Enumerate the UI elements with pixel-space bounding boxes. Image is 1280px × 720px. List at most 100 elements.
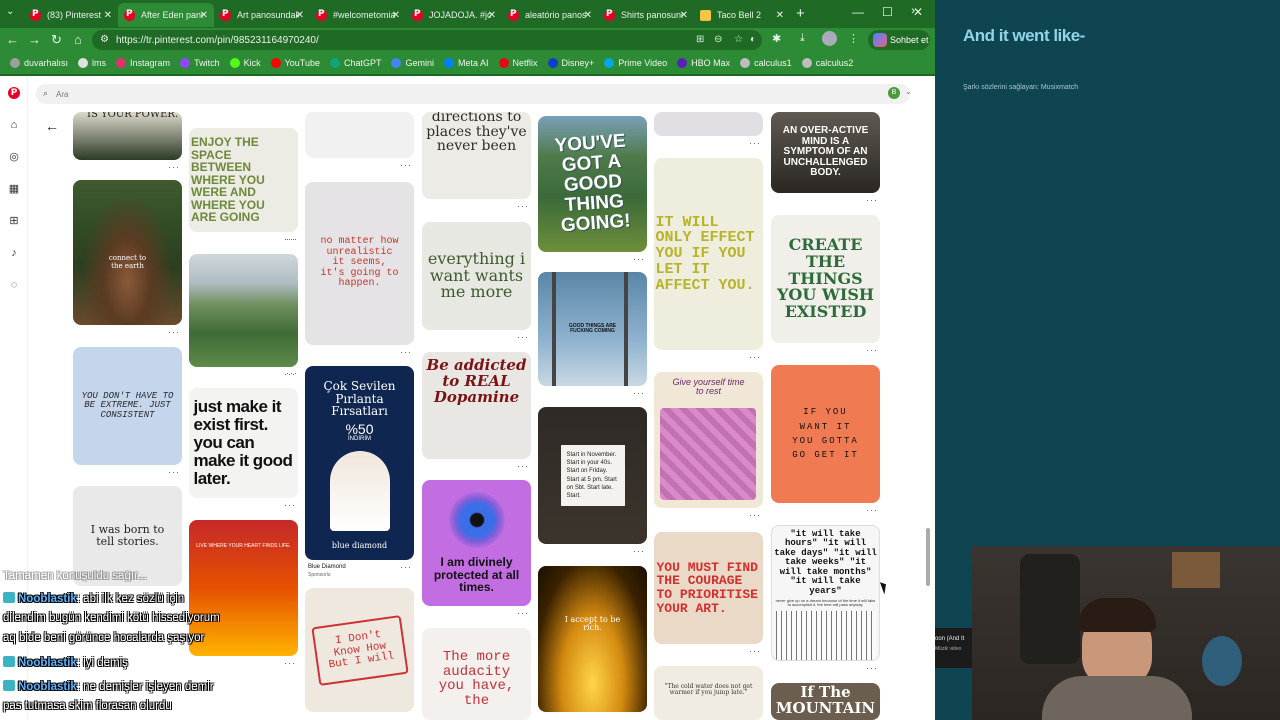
bookmark-gemini[interactable]: Gemini [391,58,434,68]
address-bar[interactable]: ⚙ https://tr.pinterest.com/pin/985231164… [92,30,762,50]
tab-search-icon[interactable]: ⌄ [6,6,14,17]
pin-create[interactable]: CREATE THE THINGS YOU WISH EXISTED [771,215,880,343]
more-icon[interactable]: ··· [866,195,878,205]
pin-connect-earth[interactable]: connect to the earth [73,180,182,325]
bookmark-netflix[interactable]: Netflix [498,58,538,68]
avatar[interactable]: B [888,87,900,99]
pin-enjoy-space[interactable]: ENJOY THE SPACE BETWEEN WHERE YOU WERE A… [189,128,298,232]
pin-effect[interactable]: IT WILL ONLY EFFECT YOU IF YOU LET IT AF… [654,158,763,350]
pin-good-thing[interactable]: YOU'VE GOT A GOOD THING GOING! [538,116,647,252]
more-icon[interactable]: ··· [517,461,529,471]
close-icon[interactable]: ✕ [392,10,400,21]
bookmark-instagram[interactable]: Instagram [116,58,170,68]
close-icon[interactable]: ✕ [104,10,112,21]
extension-icon[interactable]: ◐ [750,34,756,45]
pin-it-will-take[interactable]: "it will take hours" "it will take days"… [771,525,880,661]
menu-icon[interactable]: ⋮ [848,32,859,45]
more-icon[interactable]: ··· [749,510,761,520]
more-icon[interactable]: ··· [400,347,412,357]
more-icon[interactable]: ··· [168,467,180,477]
maximize-icon[interactable]: ☐ [882,5,893,19]
tab-after-eden[interactable]: After Eden pano✕ [118,3,214,27]
pin-mountain[interactable]: If The MOUNTAIN [771,683,880,720]
more-icon[interactable]: ··· [749,646,761,656]
pin-overactive[interactable]: AN OVER-ACTIVE MIND IS A SYMPTOM OF AN U… [771,112,880,193]
tab-pinterest[interactable]: (83) Pinterest✕ [24,3,118,27]
pin-rest[interactable]: Give yourself time to rest [654,372,763,508]
pin-divinely[interactable]: I am divinely protected at all times. [422,480,531,606]
more-icon[interactable]: ··· [517,608,529,618]
chevron-down-icon[interactable]: ⌄ [905,87,912,96]
pin-extreme[interactable]: YOU DON'T HAVE TO BE EXTREME. JUST CONSI… [73,347,182,465]
tab-shirts[interactable]: Shirts panosund✕ [598,3,694,27]
pin-everything[interactable]: everything i want wants me more [422,222,531,330]
create-icon[interactable]: ⊞ [8,215,20,227]
pin-blank-top[interactable] [305,112,414,158]
zoom-icon[interactable]: ⊖ [714,34,722,45]
more-icon[interactable]: ··· [400,562,412,572]
minimize-icon[interactable]: — [852,5,864,19]
pin-mountains[interactable] [189,254,298,367]
sohbet-button[interactable]: Sohbet et [868,30,930,50]
notifications-icon[interactable]: ♪ [8,247,20,259]
tab-art[interactable]: Art panosundaki✕ [214,3,310,27]
pin-power[interactable]: IS YOUR POWER. [73,112,182,160]
messages-icon[interactable]: ◌ [8,279,20,291]
bookmark-calculus1[interactable]: calculus1 [740,58,792,68]
back-icon[interactable]: ← [6,32,19,47]
site-info-icon[interactable]: ⚙ [100,34,109,45]
bookmark-hbo-max[interactable]: HBO Max [677,58,730,68]
more-icon[interactable]: ··· [866,345,878,355]
download-icon[interactable]: ⤓ [800,32,805,45]
pin-rich[interactable]: I accept to be rich. [538,566,647,712]
close-icon[interactable]: ✕ [296,10,304,21]
more-icon[interactable]: ··· [517,332,529,342]
bookmark-calculus2[interactable]: calculus2 [801,58,853,68]
pin-audacity[interactable]: The more audacity you have, the [422,628,531,720]
more-icon[interactable]: ··· [633,254,645,264]
tab-jojadoja[interactable]: JOJADOJA. #joj✕ [406,3,502,27]
pin-cold-water[interactable]: "The cold water does not get warmer if y… [654,666,763,720]
more-icon[interactable]: ··· [284,658,296,668]
more-icon[interactable]: ··· [284,369,296,379]
bookmarks-more-icon[interactable]: › [911,5,915,17]
bookmark-meta-ai[interactable]: Meta AI [444,58,489,68]
more-icon[interactable]: ··· [866,663,878,673]
boards-icon[interactable]: ▦ [8,183,20,195]
more-icon[interactable]: ··· [168,162,180,172]
pin-blue-diamond-ad[interactable]: Çok Sevilen Pırlanta Fırsatları %50 İNDİ… [305,366,414,560]
tab-aleatorio[interactable]: aleatório panos✕ [502,3,598,27]
pin-courage[interactable]: YOU MUST FIND THE COURAGE TO PRIORITISE … [654,532,763,644]
new-tab-icon[interactable]: + [796,5,805,22]
more-icon[interactable]: ··· [866,505,878,515]
close-icon[interactable]: ✕ [488,10,496,21]
bookmark-youtube[interactable]: YouTube [270,58,320,68]
more-icon[interactable]: ··· [633,388,645,398]
more-icon[interactable]: ··· [168,327,180,337]
forward-icon[interactable]: → [28,32,41,47]
pin-sign[interactable]: GOOD THINGS ARE FUCKING COMING [538,272,647,386]
more-icon[interactable]: ··· [749,138,761,148]
home-icon[interactable]: ⌂ [74,32,82,47]
bookmark-duvarhal-s-[interactable]: duvarhalısı [10,58,68,68]
pin-directions[interactable]: directions to places they've never been [422,112,531,199]
extensions-puzzle-icon[interactable]: ✱ [772,32,781,45]
more-icon[interactable]: ··· [284,500,296,510]
reload-icon[interactable]: ↻ [51,32,62,48]
bookmark-twitch[interactable]: Twitch [180,58,220,68]
search-input[interactable]: ⌕ Ara [36,84,910,104]
bookmark-lms[interactable]: lms [78,58,106,68]
pin-just-make[interactable]: just make it exist first. you can make i… [189,388,298,498]
profile-icon[interactable] [822,31,837,46]
pin-addicted[interactable]: Be addicted to REAL Dopamine [422,352,531,459]
more-icon[interactable]: ··· [633,546,645,556]
explore-icon[interactable]: ◎ [8,151,20,163]
ad-brand[interactable]: Blue Diamond [308,564,346,570]
bookmark-prime-video[interactable]: Prime Video [604,58,667,68]
more-icon[interactable]: ··· [400,160,412,170]
pin-dont-know[interactable]: I Don't Know How But I will [305,588,414,712]
close-icon[interactable]: ✕ [200,10,208,21]
close-icon[interactable]: ✕ [776,10,784,21]
install-icon[interactable]: ⊞ [696,34,704,45]
pin-blank-lilac[interactable] [654,112,763,136]
